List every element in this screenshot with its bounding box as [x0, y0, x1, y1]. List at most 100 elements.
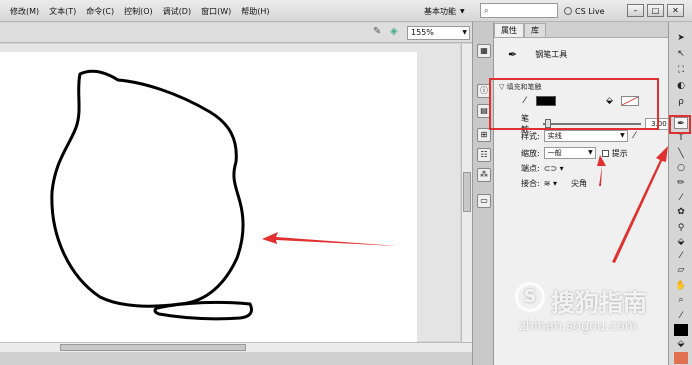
section-fill-stroke[interactable]: ▽ 填充和笔触	[499, 82, 663, 92]
chevron-down-icon: ▼	[460, 7, 465, 15]
cap-label: 端点:	[521, 164, 540, 173]
window-controls: – □ ✕	[627, 4, 684, 17]
hint-checkbox[interactable]	[601, 149, 609, 157]
menu-items: 修改(M) 文本(T) 命令(C) 控制(O) 调试(D) 窗口(W) 帮助(H…	[0, 0, 275, 22]
fill-color-chip[interactable]	[674, 352, 688, 364]
rectangle-tool-icon[interactable]: ○	[674, 162, 688, 174]
edit-scene-icon[interactable]: ✎	[373, 26, 387, 39]
fill-color-swatch[interactable]	[620, 96, 639, 106]
drawn-shape	[50, 69, 254, 321]
cap-icon[interactable]: ⊂⊃ ▾	[544, 164, 564, 173]
pencil-tool-icon[interactable]: ✏	[674, 177, 688, 189]
menu-help[interactable]: 帮助(H)	[236, 6, 274, 17]
menu-bar: 修改(M) 文本(T) 命令(C) 控制(O) 调试(D) 窗口(W) 帮助(H…	[0, 0, 692, 22]
join-row: 接合: ≋ ▾ 尖角	[521, 178, 587, 189]
stroke-color-swatch[interactable]	[535, 96, 556, 106]
edit-symbols-icon[interactable]: ◈	[390, 26, 404, 39]
paint-bucket-icon: ⬙	[606, 96, 613, 106]
lasso-tool-icon[interactable]: ρ	[674, 96, 688, 108]
no-color-icon	[621, 97, 638, 105]
brush-tool-icon[interactable]: ⁄	[674, 192, 688, 204]
vertical-scrollbar[interactable]	[461, 44, 472, 344]
panel-tabs: 属性 库	[494, 22, 668, 38]
text-tool-icon[interactable]: T	[674, 132, 688, 144]
eraser-tool-icon[interactable]: ▱	[674, 264, 688, 276]
color-panel-icon[interactable]: ▦	[477, 44, 491, 58]
stroke-slider[interactable]	[542, 119, 641, 128]
hint-label: 提示	[611, 148, 628, 158]
hand-tool-icon[interactable]: ✋	[674, 280, 688, 292]
zoom-tool-icon[interactable]: ⌕	[674, 294, 688, 306]
cs-live-button[interactable]: CS Live	[564, 4, 605, 18]
vertical-scroll-thumb[interactable]	[463, 172, 471, 212]
subselection-tool-icon[interactable]: ↖	[674, 48, 688, 60]
maximize-button[interactable]: □	[647, 4, 664, 17]
workspace-label: 基本功能	[424, 6, 456, 16]
workspace-switcher[interactable]: 基本功能 ▼	[424, 4, 465, 18]
zoom-value: 155%	[411, 28, 434, 37]
pen-icon: ✒	[508, 48, 518, 61]
current-tool: ✒ 钢笔工具	[508, 48, 567, 61]
stroke-width-input[interactable]: 3.00	[644, 118, 670, 130]
stage-canvas[interactable]	[0, 52, 417, 342]
tool-name: 钢笔工具	[535, 50, 568, 59]
history-panel-icon[interactable]: ▭	[477, 194, 491, 208]
join-icon[interactable]: ≋ ▾	[544, 179, 557, 188]
align-panel-icon[interactable]: ▤	[477, 104, 491, 118]
style-select[interactable]: 实线 ▼	[543, 130, 628, 142]
edit-style-icon[interactable]: ⁄	[634, 131, 636, 141]
join-value: 尖角	[570, 179, 587, 188]
tab-library[interactable]: 库	[524, 23, 546, 37]
stroke-slider-knob[interactable]	[544, 119, 551, 128]
pen-tool-icon[interactable]: ✒	[674, 117, 688, 129]
stroke-color-icon[interactable]: ⁄	[674, 310, 688, 322]
selection-tool-icon[interactable]: ➤	[674, 32, 688, 44]
menu-modify[interactable]: 修改(M)	[0, 6, 44, 17]
motion-panel-icon[interactable]: ⁂	[477, 168, 491, 182]
scale-row: 缩放: 一般 ▼ 提示	[521, 147, 628, 159]
free-transform-tool-icon[interactable]: ⛶	[674, 64, 688, 76]
join-label: 接合:	[521, 179, 540, 188]
scale-select[interactable]: 一般 ▼	[543, 147, 596, 159]
menu-control[interactable]: 控制(O)	[119, 6, 158, 17]
style-label: 样式:	[521, 131, 540, 141]
zoom-select[interactable]: 155% ▼	[407, 26, 470, 40]
components-panel-icon[interactable]: ☷	[477, 148, 491, 162]
collapse-icon: ▽	[499, 83, 507, 91]
horizontal-scroll-thumb[interactable]	[60, 344, 246, 351]
cs-live-label: CS Live	[575, 6, 605, 16]
status-strip	[0, 352, 472, 365]
menu-debug[interactable]: 调试(D)	[158, 6, 196, 17]
menu-commands[interactable]: 命令(C)	[81, 6, 119, 17]
tab-properties[interactable]: 属性	[494, 23, 524, 37]
stroke-color-chip[interactable]	[674, 324, 688, 336]
info-panel-icon[interactable]: ⓘ	[477, 84, 491, 98]
cs-live-icon	[564, 7, 572, 15]
cap-row: 端点: ⊂⊃ ▾	[521, 163, 564, 174]
style-value: 实线	[547, 132, 562, 140]
edit-bar: ✎ ◈ 155% ▼	[0, 23, 472, 43]
horizontal-scrollbar[interactable]	[0, 342, 472, 352]
search-input[interactable]: ⌕	[480, 3, 558, 18]
bone-tool-icon[interactable]: ⚲	[674, 222, 688, 234]
sogou-logo-icon: S	[515, 282, 545, 312]
minimize-button[interactable]: –	[627, 4, 644, 17]
close-button[interactable]: ✕	[667, 4, 684, 17]
3d-rotation-tool-icon[interactable]: ◐	[674, 80, 688, 92]
style-row: 样式: 实线 ▼ ⁄	[521, 130, 635, 142]
menu-window[interactable]: 窗口(W)	[196, 6, 236, 17]
tools-panel: ➤ ↖ ⛶ ◐ ρ ✒ T ╲ ○ ✏ ⁄ ✿ ⚲ ⬙ ⁄ ▱ ✋ ⌕ ⁄ ⬙	[668, 22, 692, 365]
panel-dock: ▦ ⓘ ▤ ⊞ ☷ ⁂ ▭	[472, 22, 494, 365]
menu-text[interactable]: 文本(T)	[44, 6, 81, 17]
stroke-color-row: ⁄	[524, 96, 556, 106]
eyedropper-tool-icon[interactable]: ⁄	[674, 250, 688, 262]
watermark-title: 搜狗指南	[551, 289, 647, 317]
line-tool-icon[interactable]: ╲	[674, 148, 688, 160]
chevron-down-icon: ▼	[462, 29, 467, 36]
fill-color-icon[interactable]: ⬙	[674, 338, 688, 350]
paint-bucket-tool-icon[interactable]: ⬙	[674, 236, 688, 248]
chevron-down-icon: ▼	[588, 149, 593, 156]
transform-panel-icon[interactable]: ⊞	[477, 128, 491, 142]
deco-tool-icon[interactable]: ✿	[674, 206, 688, 218]
fill-color-row: ⬙	[606, 96, 639, 106]
